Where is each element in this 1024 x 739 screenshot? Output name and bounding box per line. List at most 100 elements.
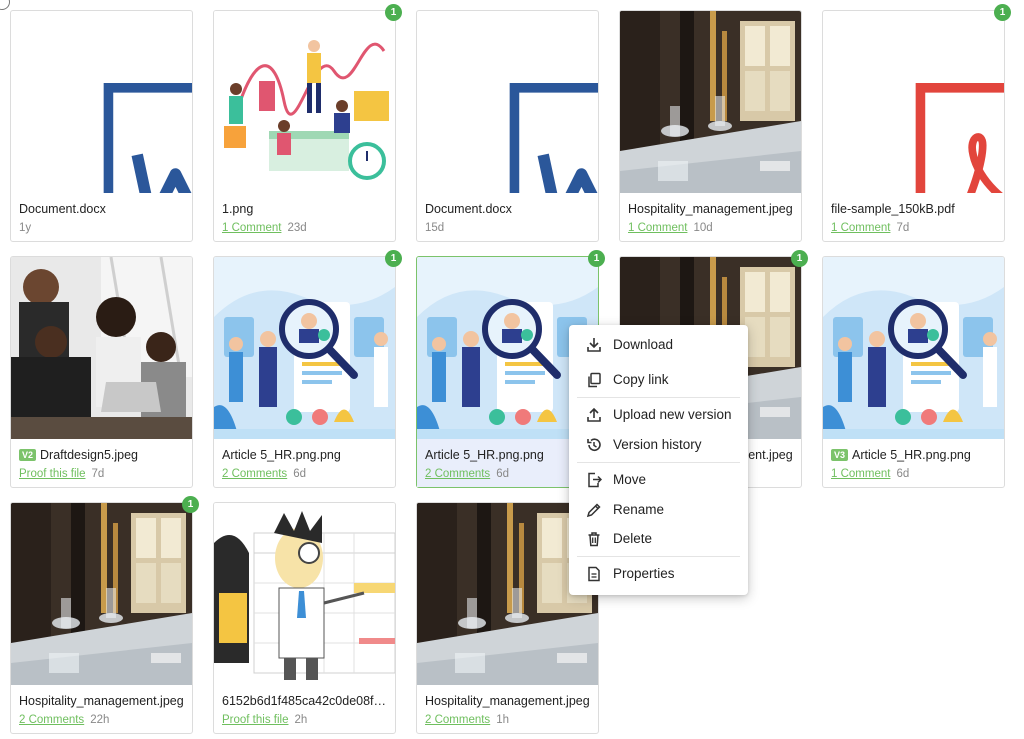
comment-count-badge: 1: [385, 4, 402, 21]
file-thumbnail[interactable]: [823, 257, 1004, 439]
file-name[interactable]: Document.docx: [425, 202, 595, 216]
file-card[interactable]: Document.docx 1y: [10, 10, 193, 242]
pencil-icon: [586, 503, 601, 518]
file-name-text: Article 5_HR.png.png: [425, 448, 544, 462]
file-thumbnail[interactable]: [11, 503, 192, 685]
hr-illustration: [214, 257, 395, 439]
file-meta: 15d: [425, 222, 444, 234]
comments-link[interactable]: 2 Comments: [425, 714, 490, 726]
file-card[interactable]: V2 Draftdesign5.jpeg Proof this file 7d: [10, 256, 193, 488]
file-name-text: 1.png: [222, 202, 254, 216]
file-meta: 1y: [19, 222, 31, 234]
file-card[interactable]: Hospitality_management.jpeg 1 Comment 10d: [619, 10, 802, 242]
file-age: 23d: [287, 222, 307, 234]
file-thumbnail[interactable]: [214, 257, 395, 439]
version-badge: V3: [831, 449, 849, 461]
file-age: 10d: [693, 222, 713, 234]
menu-download[interactable]: Download: [569, 332, 748, 358]
history-icon: [587, 438, 601, 451]
file-card[interactable]: 1.png 1 Comment 23d 1: [213, 4, 402, 242]
comments-link[interactable]: 2 Comments: [425, 468, 490, 480]
menu-copy-link-label: Copy link: [613, 372, 669, 387]
file-name-text: Article 5_HR.png.png: [222, 448, 341, 462]
comments-link[interactable]: 1 Comment: [628, 222, 687, 234]
comment-count-badge: 1: [588, 250, 605, 267]
comment-count-badge: 1: [182, 496, 199, 513]
file-thumbnail[interactable]: [620, 11, 801, 193]
comment-count-badge: 1: [385, 250, 402, 267]
file-name-text: Document.docx: [19, 202, 106, 216]
menu-delete[interactable]: Delete: [569, 526, 748, 552]
menu-upload-new-version[interactable]: Upload new version: [569, 402, 748, 428]
comments-link[interactable]: 1 Comment: [222, 222, 281, 234]
file-name[interactable]: Document.docx: [19, 202, 189, 216]
menu-copy-link[interactable]: Copy link: [569, 367, 748, 393]
file-age: 2h: [294, 714, 308, 726]
corner-radio-icon[interactable]: [0, 0, 10, 10]
file-name[interactable]: Hospitality_management.jpeg: [19, 694, 189, 708]
file-meta: 1 Comment 7d: [831, 222, 909, 234]
menu-separator: [577, 556, 740, 557]
menu-properties[interactable]: Properties: [569, 561, 748, 587]
file-name[interactable]: Hospitality_management.jpeg: [425, 694, 595, 708]
menu-version-history[interactable]: Version history: [569, 432, 748, 458]
file-name[interactable]: V3 Article 5_HR.png.png: [831, 448, 1001, 462]
file-name[interactable]: 1.png: [222, 202, 392, 216]
file-meta: 1 Comment 6d: [831, 468, 909, 480]
file-meta: 2 Comments 1h: [425, 714, 509, 726]
menu-upload-new-version-label: Upload new version: [613, 407, 732, 422]
menu-download-label: Download: [613, 337, 674, 352]
file-meta: 1 Comment 10d: [628, 222, 713, 234]
file-name[interactable]: Article 5_HR.png.png: [222, 448, 392, 462]
menu-separator: [577, 462, 740, 463]
file-name-text: file-sample_150kB.pdf: [831, 202, 955, 216]
menu-rename[interactable]: Rename: [569, 497, 748, 523]
upload-icon: [587, 407, 601, 422]
file-thumbnail[interactable]: [11, 11, 192, 193]
file-name[interactable]: V2 Draftdesign5.jpeg: [19, 448, 189, 462]
file-thumbnail[interactable]: [11, 257, 192, 439]
menu-rename-label: Rename: [613, 502, 665, 517]
download-icon: [587, 338, 601, 352]
file-thumbnail[interactable]: [214, 11, 395, 193]
comments-link[interactable]: 2 Comments: [222, 468, 287, 480]
cloud-icon: [17, 177, 192, 193]
file-age: 6d: [496, 468, 509, 480]
file-card[interactable]: file-sample_150kB.pdf 1 Comment 7d 1: [822, 4, 1011, 242]
file-name-text: Draftdesign5.jpeg: [40, 448, 138, 462]
file-name-text: Hospitality_management.jpeg: [19, 694, 184, 708]
menu-separator: [577, 397, 740, 398]
comments-link[interactable]: 1 Comment: [831, 222, 890, 234]
file-thumbnail[interactable]: [823, 11, 1004, 193]
file-name[interactable]: file-sample_150kB.pdf: [831, 202, 1001, 216]
file-name-text: Article 5_HR.png.png: [852, 448, 971, 462]
trash-icon: [588, 532, 600, 547]
copy-icon: [588, 372, 601, 388]
file-name[interactable]: 6152b6d1f485ca42c0de08f6.png: [222, 694, 392, 708]
file-name-text: Document.docx: [425, 202, 512, 216]
file-card[interactable]: Document.docx 15d: [416, 10, 599, 242]
file-card[interactable]: Article 5_HR.png.png 2 Comments 6d 1: [213, 250, 402, 488]
file-info: Document.docx 15d: [417, 193, 598, 241]
comment-count-badge: 1: [791, 250, 808, 267]
proof-file-link[interactable]: Proof this file: [19, 468, 85, 480]
file-meta: 2 Comments 22h: [19, 714, 109, 726]
menu-move[interactable]: Move: [569, 467, 748, 493]
file-info: 6152b6d1f485ca42c0de08f6.png Proof this f…: [214, 685, 395, 733]
file-card[interactable]: 6152b6d1f485ca42c0de08f6.png Proof this f…: [213, 502, 396, 734]
pdf-file-icon: [915, 83, 1004, 193]
proof-file-link[interactable]: Proof this file: [222, 714, 288, 726]
comments-link[interactable]: 2 Comments: [19, 714, 84, 726]
comments-link[interactable]: 1 Comment: [831, 468, 890, 480]
file-name[interactable]: Hospitality_management.jpeg: [628, 202, 798, 216]
team-illustration: [214, 11, 395, 193]
file-name-text: Hospitality_management.jpeg: [628, 202, 793, 216]
file-thumbnail[interactable]: [417, 11, 598, 193]
file-info: V2 Draftdesign5.jpeg Proof this file 7d: [11, 439, 192, 487]
menu-delete-label: Delete: [613, 531, 653, 546]
menu-properties-label: Properties: [613, 566, 675, 581]
file-thumbnail[interactable]: [214, 503, 395, 685]
hr-illustration: [823, 257, 1004, 439]
file-card[interactable]: Hospitality_management.jpeg 2 Comments 22h…: [10, 496, 199, 734]
file-card[interactable]: V3 Article 5_HR.png.png 1 Comment 6d: [822, 256, 1005, 488]
